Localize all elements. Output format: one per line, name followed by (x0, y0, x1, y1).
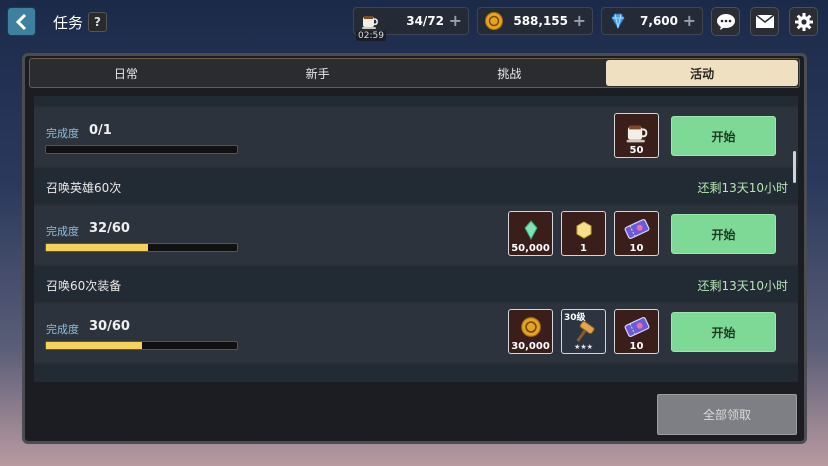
progress-fill (46, 244, 148, 251)
quest-row: 完成度 32/60 50,000 1 10 开始 (34, 206, 798, 264)
progress-fill (46, 342, 142, 349)
reward-item[interactable]: 50,000 (508, 211, 553, 256)
diamond-resource: 7,600 + (601, 7, 703, 35)
tab-beginner[interactable]: 新手 (222, 59, 414, 87)
progress-value: 30/60 (89, 319, 130, 334)
coffee-cup-icon (626, 125, 648, 143)
coffee-cup-icon (362, 16, 378, 29)
ticket-icon (624, 218, 650, 240)
reward-item[interactable]: 1 (561, 211, 606, 256)
reward-qty: 50,000 (511, 243, 550, 254)
reward-qty: 10 (629, 243, 644, 254)
reward-stars: ★★★ (574, 343, 593, 351)
quest-name: 召唤60次装备 (46, 279, 122, 293)
reward-item[interactable]: 10 (614, 309, 659, 354)
quest-header (34, 96, 798, 106)
progress-bar (45, 341, 238, 350)
gold-value: 588,155 (513, 14, 568, 28)
quest-name: 召唤英雄60次 (46, 181, 122, 195)
quest-header: 召唤60次装备 还剩13天10小时 (34, 266, 798, 302)
gold-coin-icon (485, 12, 503, 30)
progress-label: 完成度 (46, 225, 79, 238)
stamina-value: 34/72 (406, 14, 444, 28)
quest-time-remaining: 还剩13天10小时 (697, 181, 788, 195)
stamina-resource: 34/72 + 02:59 (353, 7, 469, 41)
page-title: 任务 (53, 14, 84, 32)
diamond-value: 7,600 (640, 14, 678, 28)
stamina-timer: 02:59 (356, 31, 386, 41)
tab-event[interactable]: 活动 (606, 60, 798, 86)
quest-time-remaining: 还剩13天10小时 (697, 279, 788, 293)
quest-row: 完成度 0/1 50 开始 (34, 108, 798, 166)
reward-item[interactable]: 10 (614, 211, 659, 256)
reward-item[interactable]: 50 (614, 113, 659, 158)
tab-challenge[interactable]: 挑战 (414, 59, 606, 87)
quest-header (34, 364, 798, 382)
help-button[interactable]: ? (88, 12, 107, 32)
settings-button[interactable] (789, 7, 818, 36)
back-button[interactable] (7, 7, 36, 36)
start-button[interactable]: 开始 (671, 312, 776, 352)
mail-button[interactable] (750, 7, 779, 36)
diamond-add-button[interactable]: + (683, 11, 696, 30)
gold-resource: 588,155 + (477, 7, 593, 35)
tab-daily[interactable]: 日常 (30, 59, 222, 87)
progress-bar (45, 145, 238, 154)
reward-item[interactable]: 30,000 (508, 309, 553, 354)
quest-list-scrollbar[interactable] (793, 151, 796, 183)
start-button[interactable]: 开始 (671, 116, 776, 156)
reward-item[interactable]: 30级 ★★★ (561, 309, 606, 354)
chevron-left-icon (15, 13, 26, 30)
quest-row: 完成度 30/60 30,000 30级 ★★★ 10 开始 (34, 304, 798, 362)
reward-qty: 50 (629, 145, 644, 156)
chat-button[interactable] (711, 7, 740, 36)
reward-qty: 1 (580, 243, 587, 254)
stamina-add-button[interactable]: + (449, 11, 462, 30)
progress-label: 完成度 (46, 127, 79, 140)
progress-label: 完成度 (46, 323, 79, 336)
gear-icon (794, 12, 813, 31)
tab-bar: 日常 新手 挑战 活动 (29, 58, 800, 88)
progress-value: 32/60 (89, 221, 130, 236)
quest-header: 召唤英雄60次 还剩13天10小时 (34, 168, 798, 204)
gold-add-button[interactable]: + (573, 11, 586, 30)
quest-panel: 日常 新手 挑战 活动 完成度 0/1 50 开始 召唤英雄60次 还剩13天1… (22, 53, 807, 444)
hammer-icon (576, 320, 595, 342)
mail-icon (755, 14, 774, 28)
progress-bar (45, 243, 238, 252)
claim-all-button[interactable]: 全部领取 (657, 394, 797, 435)
reward-qty: 30,000 (511, 341, 550, 352)
start-button[interactable]: 开始 (671, 214, 776, 254)
quest-list[interactable]: 完成度 0/1 50 开始 召唤英雄60次 还剩13天10小时 完成度 32/6… (34, 96, 798, 382)
chat-bubble-icon (716, 13, 735, 30)
green-gem-icon (524, 220, 538, 240)
gold-coin-icon (521, 317, 541, 337)
reward-qty: 10 (629, 341, 644, 352)
progress-value: 0/1 (89, 123, 112, 138)
ticket-icon (624, 316, 650, 338)
yellow-gem-icon (576, 221, 592, 239)
diamond-icon (611, 13, 625, 29)
